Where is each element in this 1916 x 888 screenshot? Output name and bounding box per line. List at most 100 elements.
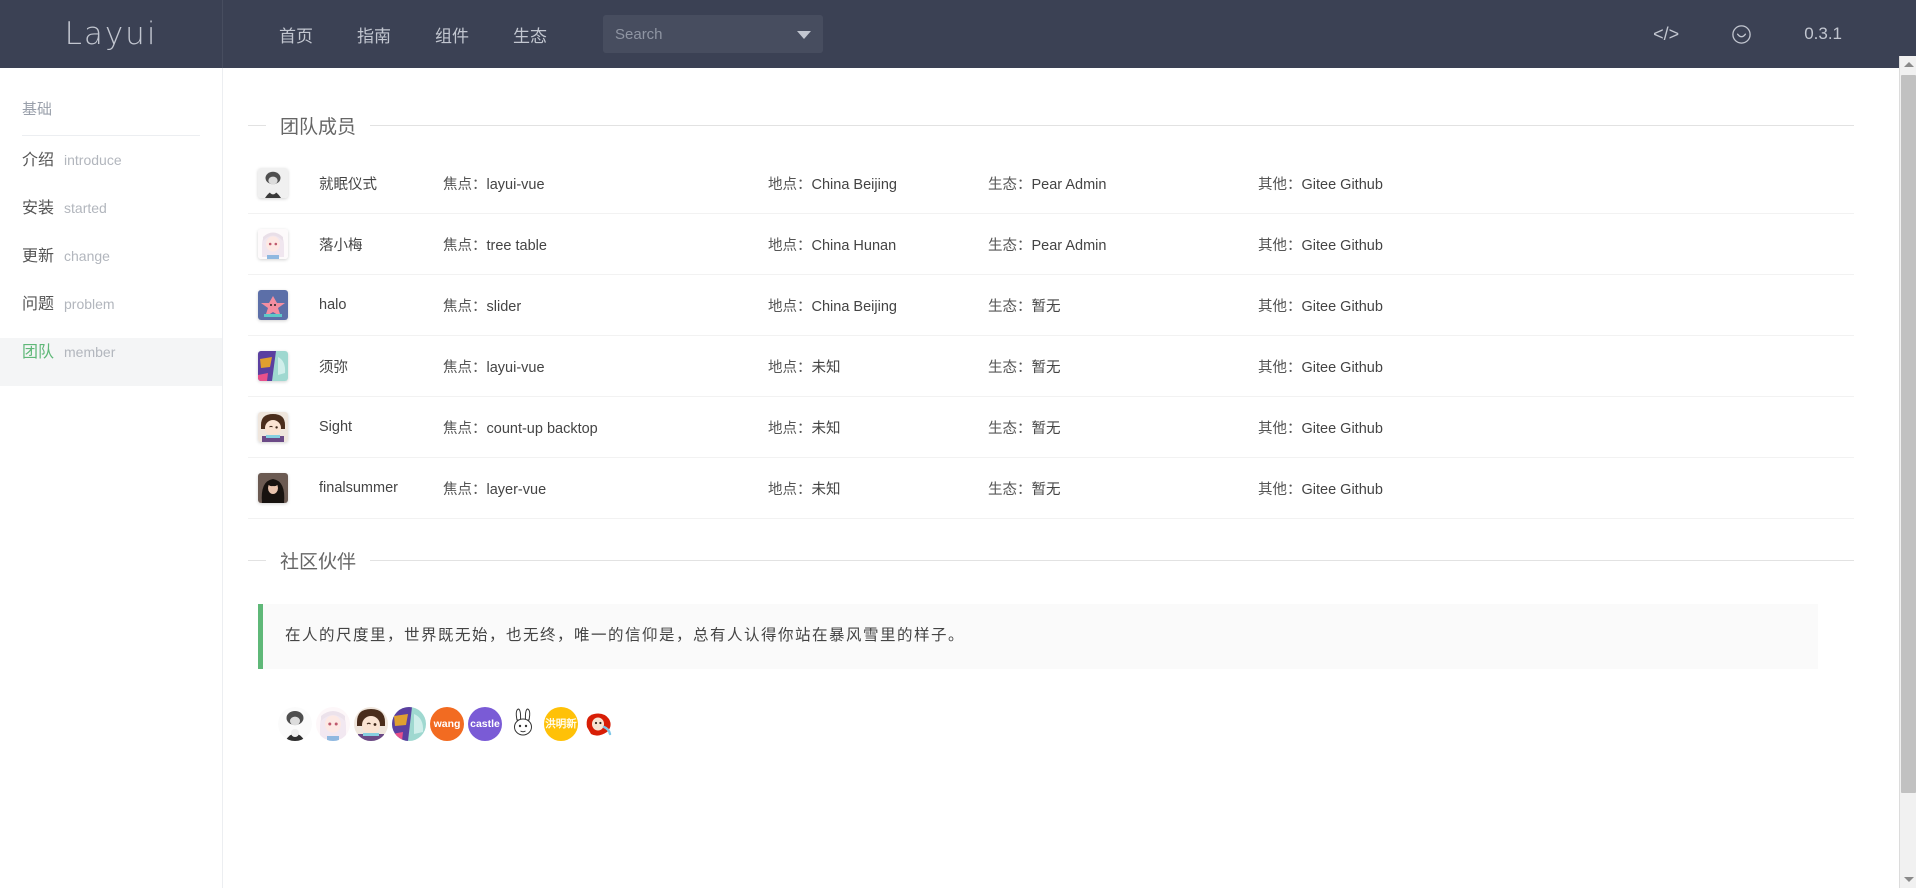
other-value[interactable]: Gitee Github — [1302, 482, 1383, 498]
eco-label: 生态： — [988, 237, 1032, 254]
nav-item-ecosystem[interactable]: 生态 — [491, 0, 569, 68]
table-row[interactable]: halo 焦点：slider 地点：China Beijing 生态：暂无 其他… — [248, 275, 1854, 336]
partner-label: 洪明新 — [545, 717, 577, 730]
other-label: 其他： — [1258, 359, 1302, 376]
sidebar-item-introduce[interactable]: 介绍 introduce — [0, 146, 222, 194]
other-value[interactable]: Gitee Github — [1302, 299, 1383, 315]
sidebar-item-problem[interactable]: 问题 problem — [0, 290, 222, 338]
focus-label: 焦点： — [443, 481, 487, 498]
community-section-title: 社区伙伴 — [280, 552, 357, 573]
place-value: 未知 — [811, 420, 841, 437]
member-other: 其他：Gitee Github — [1258, 295, 1518, 316]
member-focus: 焦点：layui-vue — [443, 356, 768, 377]
search-input[interactable] — [603, 15, 823, 53]
partner-grayscale-portrait-avatar[interactable] — [278, 706, 312, 741]
partner-colorful-character-avatar[interactable] — [392, 706, 426, 741]
place-label: 地点： — [768, 481, 812, 498]
sidebar-item-label-cn: 团队 — [22, 344, 55, 361]
scroll-up-arrow-icon[interactable] — [1900, 56, 1916, 73]
code-icon[interactable]: </> — [1627, 0, 1705, 68]
eco-label: 生态： — [988, 420, 1032, 437]
partner-hongmingxin-avatar[interactable]: 洪明新 — [544, 706, 578, 741]
sidebar-item-label-en: problem — [64, 296, 115, 312]
member-place: 地点：未知 — [768, 356, 988, 377]
team-section-header: 团队成员 — [248, 90, 1854, 139]
smile-face-icon[interactable] — [1705, 0, 1778, 68]
nav-item-components[interactable]: 组件 — [413, 0, 491, 68]
member-name: Sight — [319, 419, 353, 435]
partner-wang-avatar[interactable]: wang — [430, 706, 464, 741]
nav-item-guide[interactable]: 指南 — [335, 0, 413, 68]
table-row[interactable]: 落小梅 焦点：tree table 地点：China Hunan 生态：Pear… — [248, 214, 1854, 275]
focus-value: slider — [486, 298, 522, 315]
eco-label: 生态： — [988, 298, 1032, 315]
focus-label: 焦点： — [443, 237, 487, 254]
partner-bunny-avatar[interactable] — [506, 706, 540, 741]
other-label: 其他： — [1258, 420, 1302, 437]
top-header: Layui 首页 指南 组件 生态 </> 0.3.1 — [0, 0, 1916, 68]
partner-castle-avatar[interactable]: castle — [468, 706, 502, 741]
partner-label: wang — [433, 717, 461, 730]
table-row[interactable]: Sight 焦点：count-up backtop 地点：未知 生态：暂无 其他… — [248, 397, 1854, 458]
community-partner-avatars: wang castle 洪明新 — [278, 706, 1854, 741]
brand-logo[interactable]: Layui — [0, 0, 223, 68]
avatar — [258, 412, 288, 442]
page-root: Layui 首页 指南 组件 生态 </> 0.3.1 基础 — [0, 0, 1916, 888]
eco-label: 生态： — [988, 481, 1032, 498]
sidebar-item-label-cn: 问题 — [22, 296, 55, 313]
scrollbar-thumb[interactable] — [1901, 75, 1916, 793]
community-quote: 在人的尺度里，世界既无始，也无终，唯一的信仰是，总有人认得你站在暴风雪里的样子。 — [258, 604, 1818, 669]
place-label: 地点： — [768, 298, 812, 315]
sidebar-item-change[interactable]: 更新 change — [0, 242, 222, 290]
member-other: 其他：Gitee Github — [1258, 234, 1518, 255]
other-label: 其他： — [1258, 298, 1302, 315]
community-section-header: 社区伙伴 — [248, 525, 1854, 574]
member-place: 地点：China Hunan — [768, 234, 988, 255]
sidebar-item-member[interactable]: 团队 member — [0, 338, 222, 386]
eco-label: 生态： — [988, 176, 1032, 193]
member-eco: 生态：暂无 — [988, 417, 1258, 438]
member-eco: 生态：Pear Admin — [988, 234, 1258, 255]
other-value[interactable]: Gitee Github — [1302, 238, 1383, 254]
member-place: 地点：未知 — [768, 478, 988, 499]
place-label: 地点： — [768, 176, 812, 193]
other-label: 其他： — [1258, 237, 1302, 254]
eco-value: 暂无 — [1031, 420, 1061, 437]
member-other: 其他：Gitee Github — [1258, 356, 1518, 377]
avatar — [258, 351, 288, 381]
place-value: China Beijing — [811, 176, 897, 193]
member-name: halo — [319, 297, 347, 313]
team-member-list: 就眠仪式 焦点：layui-vue 地点：China Beijing 生态：Pe… — [248, 153, 1854, 519]
scroll-down-arrow-icon[interactable] — [1900, 871, 1916, 888]
partner-brown-hair-chibi-avatar[interactable] — [354, 706, 388, 741]
table-row[interactable]: finalsummer 焦点：layer-vue 地点：未知 生态：暂无 其他：… — [248, 458, 1854, 519]
community-section: 社区伙伴 在人的尺度里，世界既无始，也无终，唯一的信仰是，总有人认得你站在暴风雪… — [248, 525, 1854, 741]
sidebar-item-label-cn: 安装 — [22, 200, 55, 217]
eco-value: 暂无 — [1031, 481, 1061, 498]
sidebar-item-label-cn: 更新 — [22, 248, 55, 265]
member-eco: 生态：暂无 — [988, 478, 1258, 499]
section-rule — [370, 560, 1854, 561]
vertical-scrollbar[interactable] — [1899, 56, 1916, 888]
other-value[interactable]: Gitee Github — [1302, 421, 1383, 437]
member-name: 就眠仪式 — [319, 176, 377, 193]
partner-label: castle — [470, 717, 500, 730]
member-place: 地点：China Beijing — [768, 173, 988, 194]
nav-item-home[interactable]: 首页 — [257, 0, 335, 68]
member-other: 其他：Gitee Github — [1258, 478, 1518, 499]
avatar — [258, 473, 288, 503]
brand-text: Layui — [64, 16, 158, 52]
sidebar-item-started[interactable]: 安装 started — [0, 194, 222, 242]
sidebar-item-label-en: started — [64, 200, 107, 216]
focus-label: 焦点： — [443, 359, 487, 376]
partner-red-mascot-avatar[interactable] — [582, 706, 616, 741]
partner-white-hair-anime-avatar[interactable] — [316, 706, 350, 741]
team-section: 团队成员 就眠仪式 焦点：layui-vue 地点：China Beijing … — [248, 90, 1854, 519]
other-value[interactable]: Gitee Github — [1302, 360, 1383, 376]
other-value[interactable]: Gitee Github — [1302, 177, 1383, 193]
avatar — [258, 229, 288, 259]
focus-value: count-up backtop — [486, 420, 598, 437]
place-value: 未知 — [811, 481, 841, 498]
table-row[interactable]: 须弥 焦点：layui-vue 地点：未知 生态：暂无 其他：Gitee Git… — [248, 336, 1854, 397]
table-row[interactable]: 就眠仪式 焦点：layui-vue 地点：China Beijing 生态：Pe… — [248, 153, 1854, 214]
